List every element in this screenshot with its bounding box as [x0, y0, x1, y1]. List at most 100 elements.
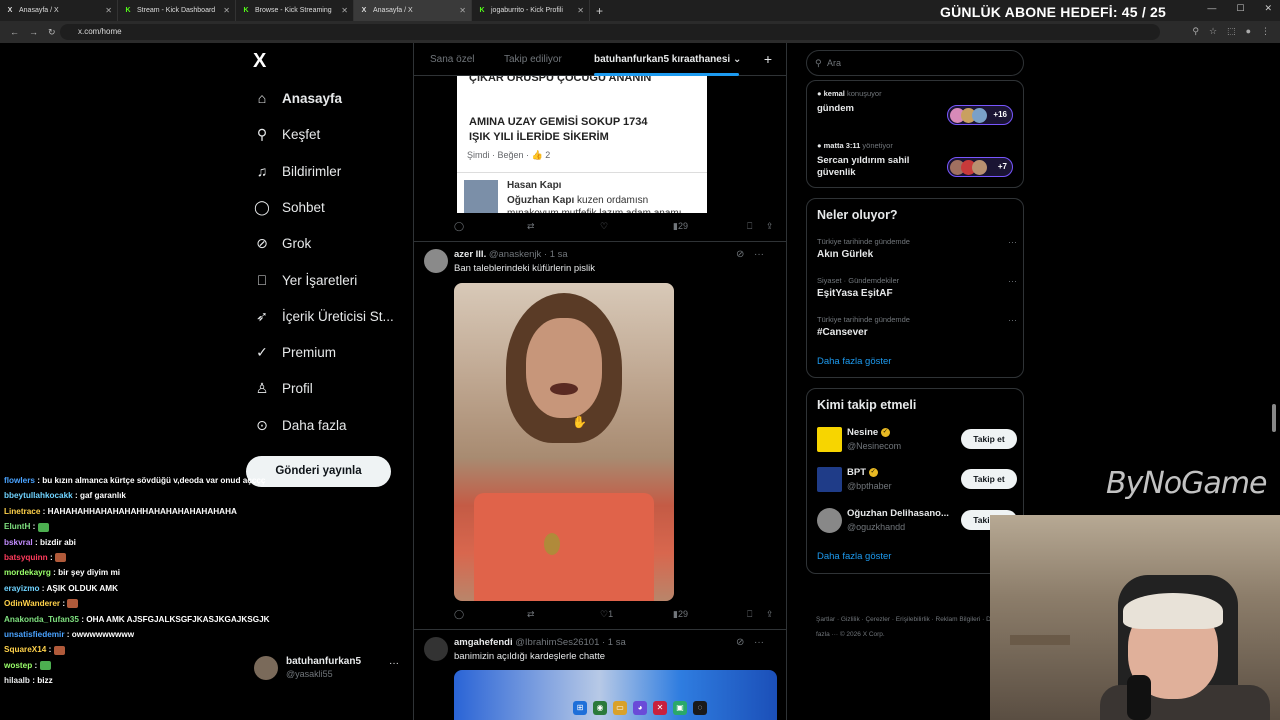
more-icon[interactable]: ···	[754, 637, 764, 648]
sub-goal-overlay: GÜNLÜK ABONE HEDEFİ: 45 / 25	[940, 4, 1167, 20]
tab-list[interactable]: batuhanfurkan5 kıraathanesi ⌄	[594, 54, 741, 65]
like-icon[interactable]: ♡	[600, 221, 608, 232]
footer-links[interactable]: Şartlar · Gizlilik · Çerezler · Erişileb…	[816, 612, 1016, 642]
search-input[interactable]: ⚲ Ara	[806, 50, 1024, 76]
follow-suggestion[interactable]: Nesine ✓ @Nesinecom Takip et	[817, 425, 1017, 455]
star-icon[interactable]: ☆	[1209, 26, 1217, 37]
share-icon[interactable]: ⇪	[766, 221, 774, 232]
views-icon[interactable]: ▮ 29	[673, 221, 688, 232]
close-icon[interactable]: ✕	[105, 6, 112, 15]
like-icon[interactable]: ♡ 1	[600, 609, 613, 620]
windows-start-icon[interactable]: ⊞	[573, 701, 587, 715]
menu-icon[interactable]: ⋮	[1261, 26, 1270, 37]
avatar	[817, 467, 842, 492]
chat-username[interactable]: Linetrace	[4, 507, 40, 516]
browser-tab[interactable]: K Stream - Kick Dashboard ✕	[118, 0, 236, 21]
reply-icon[interactable]: ◯	[454, 609, 464, 620]
browser-tab-active[interactable]: X Anasayfa / X ✕	[354, 0, 472, 21]
show-more-link[interactable]: Daha fazla göster	[817, 551, 891, 562]
close-window-icon[interactable]: ✕	[1264, 3, 1272, 14]
add-tab-button[interactable]: +	[764, 51, 772, 67]
scrollbar[interactable]	[1272, 404, 1276, 432]
who-to-follow-title: Kimi takip etmeli	[817, 398, 917, 412]
follow-button[interactable]: Takip et	[961, 429, 1017, 449]
more-icon[interactable]: ···	[1008, 276, 1017, 286]
reload-icon[interactable]: ↻	[48, 27, 56, 38]
close-icon[interactable]: ✕	[341, 6, 348, 15]
obs-icon[interactable]: ◌	[693, 701, 707, 715]
follow-suggestion[interactable]: Oğuzhan Delihasano... @oguzkhandd Takip …	[817, 506, 1017, 536]
sidebar-item-profile[interactable]: ♙ Profil	[254, 376, 313, 400]
app-icon[interactable]: ▣	[673, 701, 687, 715]
minimize-icon[interactable]: —	[1207, 3, 1216, 14]
chat-username[interactable]: EluntH	[4, 522, 30, 531]
chat-username[interactable]: erayizmo	[4, 584, 40, 593]
emote-icon	[37, 522, 49, 532]
chat-username[interactable]: flowlers	[4, 476, 35, 485]
sidebar-item-creator-studio[interactable]: ➶ İçerik Üreticisi St...	[254, 304, 394, 328]
close-icon[interactable]: ✕	[223, 6, 230, 15]
sidebar-item-explore[interactable]: ⚲ Keşfet	[254, 122, 320, 146]
back-icon[interactable]: ←	[10, 27, 19, 37]
chrome-icon[interactable]: ◉	[593, 701, 607, 715]
sidebar-item-more[interactable]: ⊙ Daha fazla	[254, 413, 346, 437]
close-icon[interactable]: ✕	[577, 6, 584, 15]
follow-suggestion[interactable]: BPT ✓ @bpthaber Takip et	[817, 465, 1017, 495]
tab-for-you[interactable]: Sana özel	[430, 54, 474, 65]
chat-username[interactable]: OdinWanderer	[4, 599, 60, 608]
chat-username[interactable]: unsatisfiedemir	[4, 630, 65, 639]
folder-icon[interactable]: ▭	[613, 701, 627, 715]
tab-following[interactable]: Takip ediliyor	[504, 54, 562, 65]
forward-icon[interactable]: →	[29, 27, 38, 37]
maximize-icon[interactable]: ☐	[1236, 3, 1244, 14]
post-video[interactable]: ✋	[454, 283, 674, 601]
repost-icon[interactable]: ⇄	[527, 609, 535, 620]
extension-icon[interactable]: ⬚	[1227, 26, 1236, 37]
space-listeners[interactable]: +7	[947, 157, 1013, 177]
views-icon[interactable]: ▮ 29	[673, 609, 688, 620]
grok-icon[interactable]: ⊘	[736, 637, 744, 648]
browser-tab[interactable]: Kjogaburrito - Kick Profili ✕	[472, 0, 590, 21]
browser-tab[interactable]: X Anasayfa / X ✕	[0, 0, 118, 21]
chat-username[interactable]: SquareX14	[4, 645, 46, 654]
chat-username[interactable]: bbeytullahkocakk	[4, 491, 73, 500]
sidebar-item-notifications[interactable]: ♫ Bildirimler	[254, 159, 342, 183]
chat-username[interactable]: hilaalb	[4, 676, 30, 685]
url-field[interactable]: x.com/home	[60, 24, 1160, 40]
new-tab-button[interactable]: +	[590, 4, 609, 18]
profile-avatar-icon[interactable]: ●	[1246, 26, 1251, 37]
more-icon[interactable]: ···	[389, 658, 399, 669]
zoom-icon[interactable]: ⚲	[1192, 26, 1199, 37]
x-logo-icon[interactable]: X	[253, 50, 266, 73]
x-app-icon[interactable]: ✕	[653, 701, 667, 715]
chat-username[interactable]: mordekayrg	[4, 568, 51, 577]
browser-tab[interactable]: K Browse - Kick Streaming ✕	[236, 0, 354, 21]
sidebar-item-premium[interactable]: ✓ Premium	[254, 340, 336, 364]
reply-icon[interactable]: ◯	[454, 221, 464, 232]
chat-username[interactable]: bskvral	[4, 538, 33, 547]
grok-icon[interactable]: ⊘	[736, 249, 744, 260]
more-icon[interactable]: ···	[1008, 315, 1017, 325]
trend-item[interactable]: Türkiye tarihinde gündemde #Cansever ···	[817, 315, 1017, 338]
sidebar-item-home[interactable]: ⌂ Anasayfa	[254, 86, 342, 110]
more-icon[interactable]: ···	[1008, 237, 1017, 247]
chat-username[interactable]: Anakonda_Tufan35	[4, 615, 79, 624]
trend-item[interactable]: Türkiye tarihinde gündemde Akın Gürlek ···	[817, 237, 1017, 260]
post-image[interactable]: ÇIKAR ORUSPU ÇOCUĞU ANANIN AMINA UZAY GE…	[457, 76, 707, 213]
sidebar-item-chat[interactable]: ◯ Sohbet	[254, 195, 325, 219]
follow-button[interactable]: Takip et	[961, 469, 1017, 489]
chat-username[interactable]: wostep	[4, 661, 32, 670]
show-more-link[interactable]: Daha fazla göster	[817, 356, 891, 367]
chat-username[interactable]: batsyquinn	[4, 553, 48, 562]
repost-icon[interactable]: ⇄	[527, 221, 535, 232]
sidebar-item-bookmarks[interactable]: ⎕ Yer İşaretleri	[254, 268, 358, 292]
sidebar-item-grok[interactable]: ⊘ Grok	[254, 231, 311, 255]
space-listeners[interactable]: +16	[947, 105, 1013, 125]
trend-item[interactable]: Siyaset · Gündemdekiler EşitYasa EşitAF ··…	[817, 276, 1017, 299]
discord-icon[interactable]: ◕	[633, 701, 647, 715]
bookmark-icon[interactable]: ⎕	[747, 221, 752, 232]
share-icon[interactable]: ⇪	[766, 609, 774, 620]
close-icon[interactable]: ✕	[459, 6, 466, 15]
more-icon[interactable]: ···	[754, 249, 764, 260]
bookmark-icon[interactable]: ⎕	[747, 609, 752, 620]
